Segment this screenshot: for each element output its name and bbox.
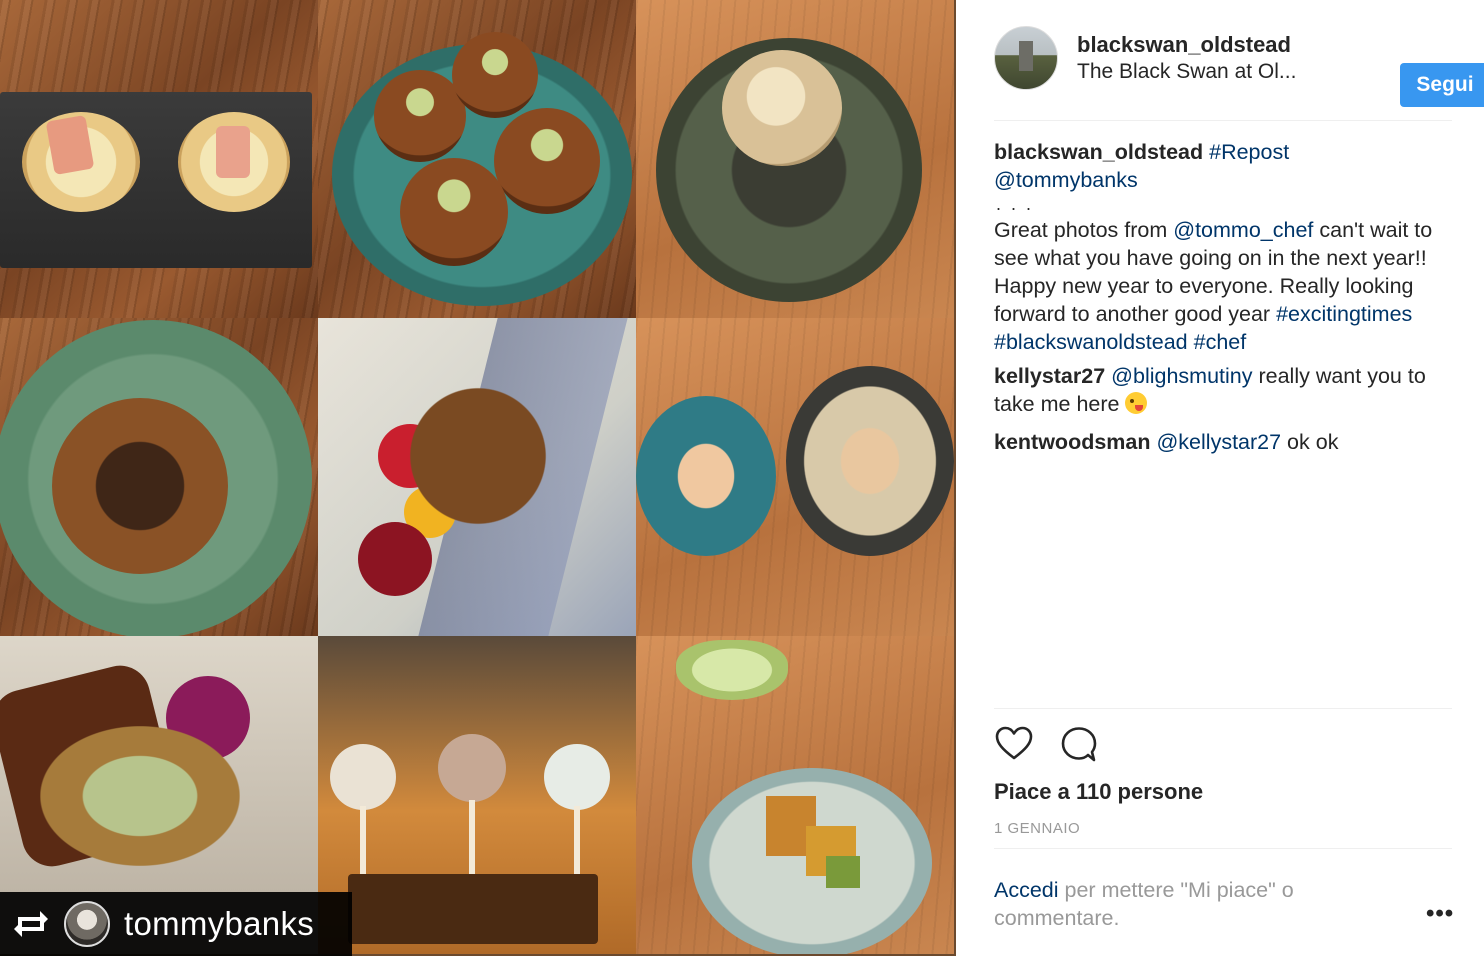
photo-tile: [0, 0, 318, 318]
post-sidebar: blackswan_oldstead The Black Swan at Ol.…: [956, 0, 1484, 956]
login-link[interactable]: Accedi: [994, 878, 1059, 902]
comments-list: blackswan_oldstead #Repost @tommybanks .…: [994, 138, 1456, 462]
photo-tile: [0, 318, 318, 636]
photo-tile: [318, 0, 636, 318]
header-divider: [994, 120, 1452, 121]
comment-item: kellystar27 @blighsmutiny really want yo…: [994, 362, 1456, 418]
caption-username[interactable]: blackswan_oldstead: [994, 140, 1203, 164]
comment-username[interactable]: kentwoodsman: [994, 430, 1151, 454]
mention-link[interactable]: @kellystar27: [1156, 430, 1281, 454]
repost-username: tommybanks: [124, 905, 315, 942]
post-header: blackswan_oldstead The Black Swan at Ol.…: [994, 26, 1484, 107]
mention-link[interactable]: @tommo_chef: [1173, 218, 1313, 242]
repost-overlay: tommybanks: [0, 892, 352, 956]
winking-tongue-emoji-icon: [1125, 392, 1148, 414]
heart-icon[interactable]: [994, 724, 1034, 764]
caption-dots: ...: [996, 194, 1042, 214]
hashtag-link[interactable]: #Repost: [1209, 140, 1289, 164]
caption-text: Great photos from: [994, 218, 1174, 242]
repost-icon: [10, 903, 52, 945]
comment-icon[interactable]: [1058, 724, 1098, 764]
actions-divider: [994, 708, 1452, 709]
hashtag-link[interactable]: #chef: [1194, 330, 1247, 354]
post-date[interactable]: 1 GENNAIO: [994, 820, 1080, 837]
photo-tile: [318, 318, 636, 636]
hashtag-link[interactable]: #blackswanoldstead: [994, 330, 1188, 354]
photo-tile: [636, 318, 954, 636]
more-options-icon[interactable]: •••: [1426, 900, 1454, 928]
header-username[interactable]: blackswan_oldstead: [1077, 32, 1291, 58]
comment-item: kentwoodsman @kellystar27 ok ok: [994, 428, 1456, 456]
repost-avatar: [64, 901, 110, 947]
likes-count[interactable]: Piace a 110 persone: [994, 779, 1203, 805]
mention-link[interactable]: @blighsmutiny: [1111, 364, 1252, 388]
caption: blackswan_oldstead #Repost @tommybanks .…: [994, 138, 1456, 356]
photo-tile: [318, 636, 636, 954]
login-prompt: Accedi per mettere "Mi piace" o commenta…: [994, 876, 1394, 932]
comment-username[interactable]: kellystar27: [994, 364, 1105, 388]
comment-text: ok ok: [1281, 430, 1339, 454]
mention-link[interactable]: @tommybanks: [994, 168, 1138, 192]
avatar[interactable]: [994, 26, 1058, 90]
photo-tile: [636, 636, 954, 954]
action-bar: [994, 724, 1114, 764]
follow-button[interactable]: Segui: [1400, 63, 1484, 107]
photo-tile: [636, 0, 954, 318]
hashtag-link[interactable]: #excitingtimes: [1276, 302, 1412, 326]
post-image[interactable]: tommybanks: [0, 0, 956, 956]
header-location[interactable]: The Black Swan at Ol...: [1077, 60, 1296, 84]
footer-divider: [994, 848, 1452, 849]
